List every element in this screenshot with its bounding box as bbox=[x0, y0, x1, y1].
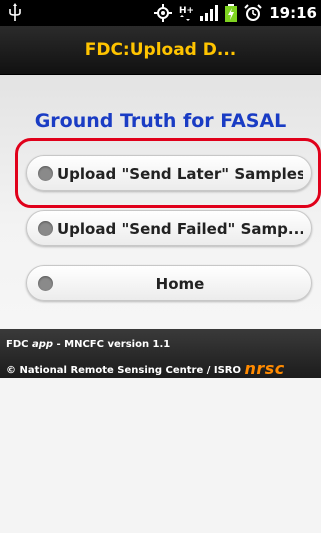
gps-icon bbox=[154, 4, 173, 22]
copyright-label: © National Remote Sensing Centre / ISRO bbox=[6, 365, 245, 376]
status-bar: H+ 19:16 bbox=[0, 0, 321, 26]
app-heading: Ground Truth for FASAL bbox=[34, 110, 287, 132]
copyright-text: © National Remote Sensing Centre / ISRO … bbox=[6, 358, 285, 378]
upload-send-later-button[interactable]: Upload "Send Later" Samples bbox=[26, 155, 312, 191]
upload-send-failed-button[interactable]: Upload "Send Failed" Samp... bbox=[26, 210, 312, 246]
button-label: Upload "Send Later" Samples bbox=[57, 165, 303, 183]
version-suffix: - MNCFC version 1.1 bbox=[53, 339, 171, 350]
page-title: FDC:Upload D... bbox=[84, 40, 237, 60]
home-button[interactable]: Home bbox=[26, 265, 312, 301]
alarm-icon bbox=[244, 4, 262, 22]
usb-icon bbox=[8, 3, 22, 27]
title-bar: FDC:Upload D... bbox=[0, 26, 321, 75]
version-prefix: FDC bbox=[6, 339, 32, 350]
empty-area bbox=[0, 378, 321, 533]
radio-indicator-icon bbox=[38, 166, 53, 181]
radio-indicator-icon bbox=[38, 276, 53, 291]
battery-charging-icon bbox=[225, 4, 238, 22]
version-app-word: app bbox=[31, 339, 54, 350]
status-time: 19:16 bbox=[269, 4, 317, 22]
radio-indicator-icon bbox=[38, 221, 53, 236]
nrsc-logo: nrsc bbox=[244, 359, 285, 378]
hplus-data-icon: H+ bbox=[179, 4, 193, 22]
footer: FDC app - MNCFC version 1.1 © National R… bbox=[0, 329, 321, 378]
button-label: Home bbox=[155, 275, 205, 293]
signal-icon bbox=[200, 5, 219, 21]
network-type-label: H+ bbox=[179, 6, 193, 16]
version-text: FDC app - MNCFC version 1.1 bbox=[6, 339, 170, 350]
button-label: Upload "Send Failed" Samp... bbox=[57, 220, 303, 238]
